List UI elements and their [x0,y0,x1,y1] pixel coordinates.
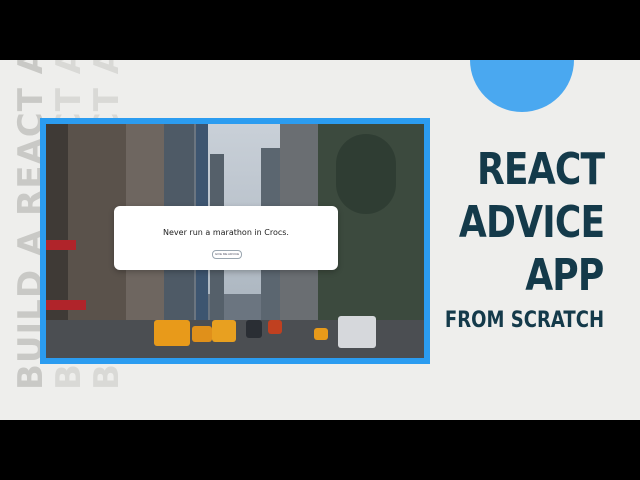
accent-circle [470,60,574,112]
title-line-2: ADVICE [458,197,605,248]
title-line-1: REACT [476,144,605,195]
thumbnail-canvas: BUILD A REACT APP BUILD A REACT APP BUIL… [0,60,640,420]
title-line-3: APP [525,250,605,301]
advice-card: Never run a marathon in Crocs. GIVE ME A… [114,206,338,270]
advice-text: Never run a marathon in Crocs. [163,228,289,237]
subtitle: FROM SCRATCH [444,308,604,333]
give-advice-button[interactable]: GIVE ME ADVICE [212,250,242,259]
